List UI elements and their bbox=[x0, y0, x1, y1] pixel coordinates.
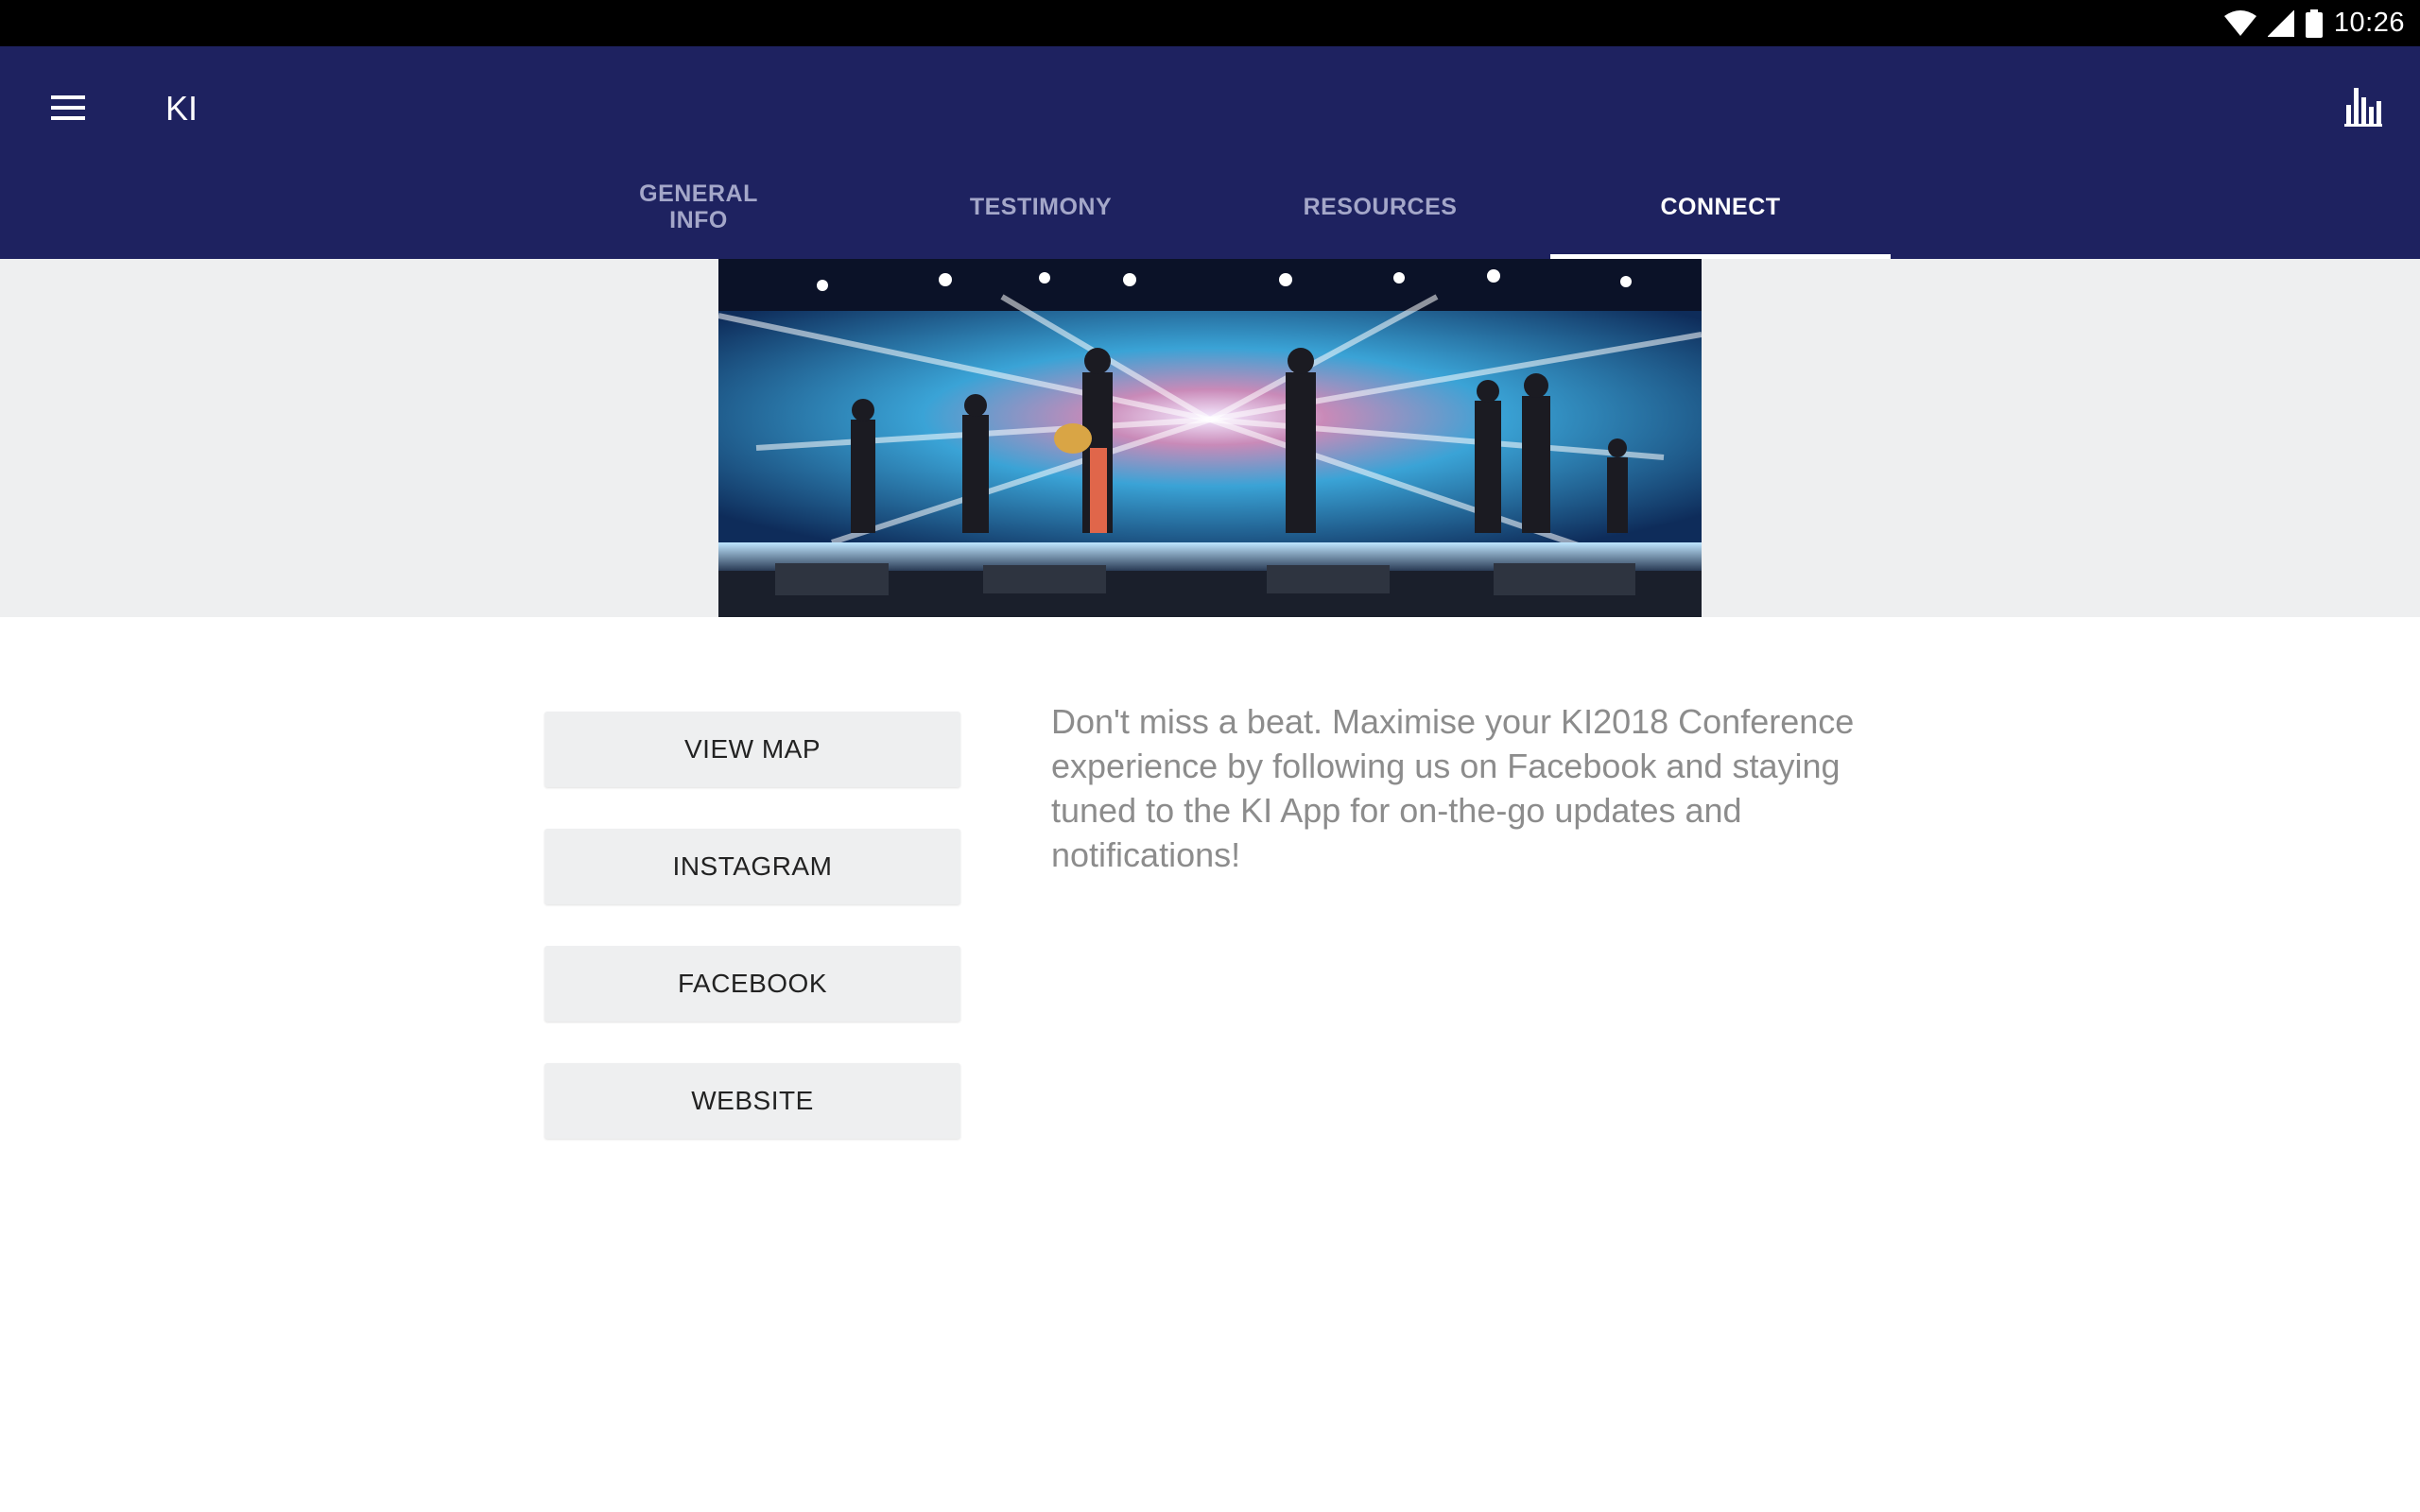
wifi-icon bbox=[2223, 9, 2256, 37]
app-title: KI bbox=[165, 89, 199, 128]
website-button[interactable]: WEBSITE bbox=[544, 1063, 960, 1139]
battery-icon bbox=[2305, 9, 2323, 38]
tab-label: GENERAL INFO bbox=[639, 180, 758, 233]
tab-resources[interactable]: RESOURCES bbox=[1210, 155, 1550, 259]
hamburger-menu-icon[interactable] bbox=[49, 91, 87, 125]
status-bar: 10:26 bbox=[0, 0, 2420, 46]
tab-general-info[interactable]: GENERAL INFO bbox=[527, 155, 870, 259]
status-time: 10:26 bbox=[2333, 8, 2405, 38]
tab-label: CONNECT bbox=[1660, 194, 1781, 220]
tab-connect[interactable]: CONNECT bbox=[1550, 155, 1891, 259]
connect-description: Don't miss a beat. Maximise your KI2018 … bbox=[1051, 702, 1855, 874]
instagram-button[interactable]: INSTAGRAM bbox=[544, 829, 960, 904]
facebook-button[interactable]: FACEBOOK bbox=[544, 946, 960, 1022]
bar-chart-icon[interactable] bbox=[2344, 86, 2382, 128]
view-map-button[interactable]: VIEW MAP bbox=[544, 712, 960, 787]
banner-section bbox=[0, 259, 2420, 617]
tab-testimony[interactable]: TESTIMONY bbox=[870, 155, 1212, 259]
banner-image bbox=[718, 259, 1702, 617]
app-bar: KI GENERAL INFO TESTIMONY RESOURCES CONN… bbox=[0, 46, 2420, 259]
cell-signal-icon bbox=[2267, 9, 2294, 37]
tab-bar: GENERAL INFO TESTIMONY RESOURCES CONNECT bbox=[0, 155, 2420, 259]
status-icons: 10:26 bbox=[2223, 0, 2405, 46]
tab-label: TESTIMONY bbox=[969, 194, 1113, 220]
tab-label: RESOURCES bbox=[1303, 194, 1458, 220]
